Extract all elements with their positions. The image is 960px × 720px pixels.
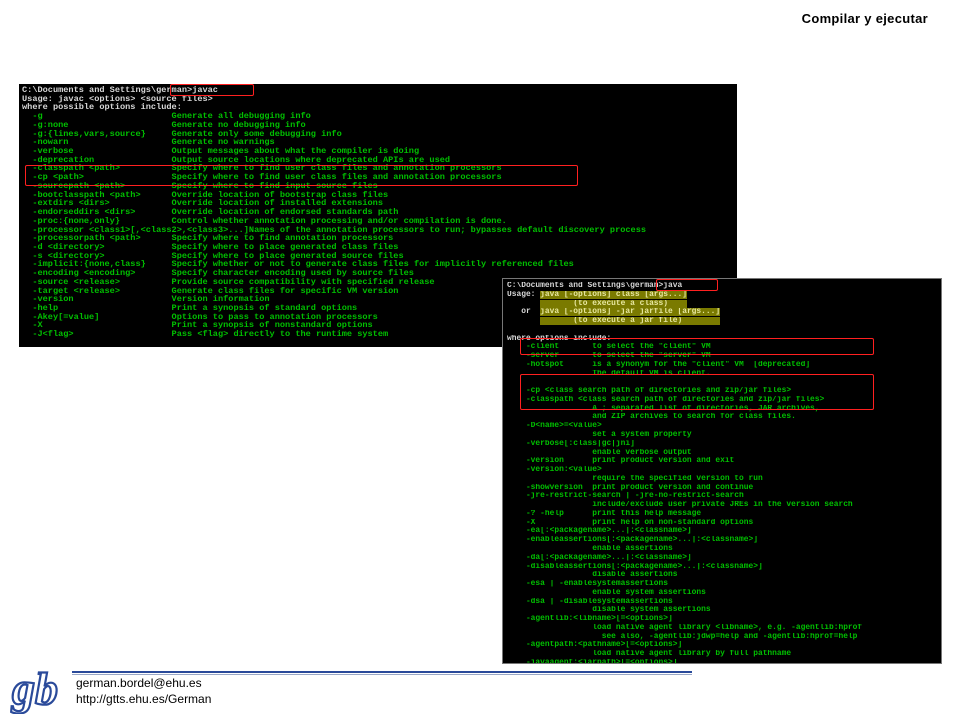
terminal-line: -endorseddirs <dirs> Override location o… <box>22 208 399 217</box>
terminal-line: load native agent library <libname>, e.g… <box>507 623 863 632</box>
terminal-line: where options include: <box>507 334 612 343</box>
terminal-line: -encoding <encoding> Specify character e… <box>22 269 414 278</box>
terminal-line: load native agent library by full pathna… <box>507 650 792 659</box>
terminal-line: C:\Documents and Settings\german>java <box>507 282 683 290</box>
terminal-line: disable assertions <box>507 571 678 580</box>
terminal-line: -nowarn Generate no warnings <box>22 138 275 148</box>
gb-logo: gb <box>10 662 59 714</box>
terminal-line: -jre-restrict-search | -jre-no-restrict-… <box>507 492 744 501</box>
terminal-line: -version print product version and exit <box>507 457 735 466</box>
terminal-line: A ; separated list of directories, JAR a… <box>507 404 820 413</box>
terminal-line: -server to select the "server" VM <box>507 352 711 361</box>
terminal-line: C:\Documents and Settings\german>javac <box>22 86 218 95</box>
terminal-line: -? -help print this help message <box>507 509 702 518</box>
terminal-line: -cp <class search path of directories an… <box>507 387 792 396</box>
highlighted-usage: (to execute a jar file) <box>540 317 721 326</box>
terminal-line: Usage: java [-options] class [args...] <box>507 290 937 300</box>
terminal-line: -g:{lines,vars,source} Generate only som… <box>22 129 342 139</box>
svg-text:gb: gb <box>11 663 58 714</box>
terminal-line: -classpath <path> Specify where to find … <box>22 164 502 174</box>
terminal-line: where possible options include: <box>22 103 182 113</box>
highlighted-usage: java [-options] -jar jarfile [args...] <box>540 308 721 317</box>
terminal-line: -version:<value> <box>507 466 602 475</box>
terminal-line: enable system assertions <box>507 588 706 597</box>
line-prefix <box>507 300 540 308</box>
terminal-line: -da[:<packagename>...|:<classname>] <box>507 553 692 562</box>
terminal-line: -verbose Output messages about what the … <box>22 147 420 156</box>
terminal-line: -ea[:<packagename>...|:<classname>] <box>507 527 692 536</box>
terminal-line: -esa | -enablesystemassertions <box>507 580 668 589</box>
terminal-line: -agentpath:<pathname>[=<options>] <box>507 641 683 650</box>
highlighted-usage: java [-options] class [args...] <box>540 290 687 299</box>
footer-url[interactable]: http://gtts.ehu.es/German <box>76 692 211 706</box>
terminal-line: and ZIP archives to search for class fil… <box>507 413 796 422</box>
terminal-line: -hotspot is a synonym for the "client" V… <box>507 360 811 369</box>
terminal-line: -D<name>=<value> <box>507 422 602 431</box>
terminal-line: -javaagent:<jarpath>[=<options>] <box>507 658 678 664</box>
footer-rule-thin <box>72 674 692 675</box>
line-prefix <box>507 317 540 325</box>
java-terminal-window: C:\Documents and Settings\german>java Usa… <box>502 278 942 664</box>
footer-rule <box>72 671 692 673</box>
terminal-line: -extdirs <dirs> Override location of ins… <box>22 199 383 209</box>
terminal-line: -agentlib:<libname>[=<options>] <box>507 615 673 624</box>
terminal-line: -cp <path> Specify where to find user cl… <box>22 173 502 182</box>
terminal-line: (to execute a class) <box>507 299 937 309</box>
slide-title: Compilar y ejecutar <box>801 11 928 26</box>
line-prefix: or <box>507 308 541 317</box>
terminal-line: -proc:{none,only} Control whether annota… <box>22 216 507 226</box>
terminal-line: The default VM is client. <box>507 369 711 378</box>
terminal-line: -g Generate all debugging info <box>22 112 311 121</box>
terminal-line: set a system property <box>507 431 692 440</box>
terminal-line: or java [-options] -jar jarfile [args...… <box>507 308 937 317</box>
terminal-line: enable assertions <box>507 544 673 553</box>
terminal-line: -enableassertions[:<packagename>...|:<cl… <box>507 536 758 545</box>
terminal-line: -sourcepath <path> Specify where to find… <box>22 181 378 191</box>
terminal-line: include/exclude user private JREs in the… <box>507 501 853 510</box>
terminal-line: -verbose[:class|gc|jni] <box>507 439 635 448</box>
terminal-line: -dsa | -disablesystemassertions <box>507 597 673 606</box>
terminal-line: disable system assertions <box>507 606 711 615</box>
terminal-line: -bootclasspath <path> Override location … <box>22 190 389 200</box>
terminal-line: -classpath <class search path of directo… <box>507 395 825 404</box>
terminal-line: -deprecation Output source locations whe… <box>22 155 451 165</box>
terminal-line: see also, -agentlib:jdwp=help and -agent… <box>507 632 858 641</box>
terminal-line: (to execute a jar file) <box>507 317 937 326</box>
terminal-line: enable verbose output <box>507 448 692 457</box>
footer-email[interactable]: german.bordel@ehu.es <box>76 676 202 690</box>
terminal-line: -showversion print product version and c… <box>507 483 754 492</box>
terminal-line: require the specified version to run <box>507 474 763 483</box>
terminal-line: -client to select the "client" VM <box>507 343 711 352</box>
terminal-line: -disableassertions[:<packagename>...|:<c… <box>507 562 763 571</box>
terminal-line: -g:none Generate no debugging info <box>22 120 306 130</box>
terminal-line: -implicit:{none,class} Specify whether o… <box>22 260 574 270</box>
terminal-line: -processor <class1>[,<class2>,<class3>..… <box>22 225 647 235</box>
highlighted-usage: (to execute a class) <box>540 299 687 308</box>
terminal-line: -processorpath <path> Specify where to f… <box>22 234 394 243</box>
line-prefix: Usage: <box>507 290 541 299</box>
terminal-line: -s <directory> Specify where to place ge… <box>22 251 404 261</box>
terminal-line: -X print help on non-standard options <box>507 518 754 527</box>
terminal-line: Usage: javac <options> <source files> <box>22 94 213 104</box>
terminal-line: -d <directory> Specify where to place ge… <box>22 242 399 252</box>
